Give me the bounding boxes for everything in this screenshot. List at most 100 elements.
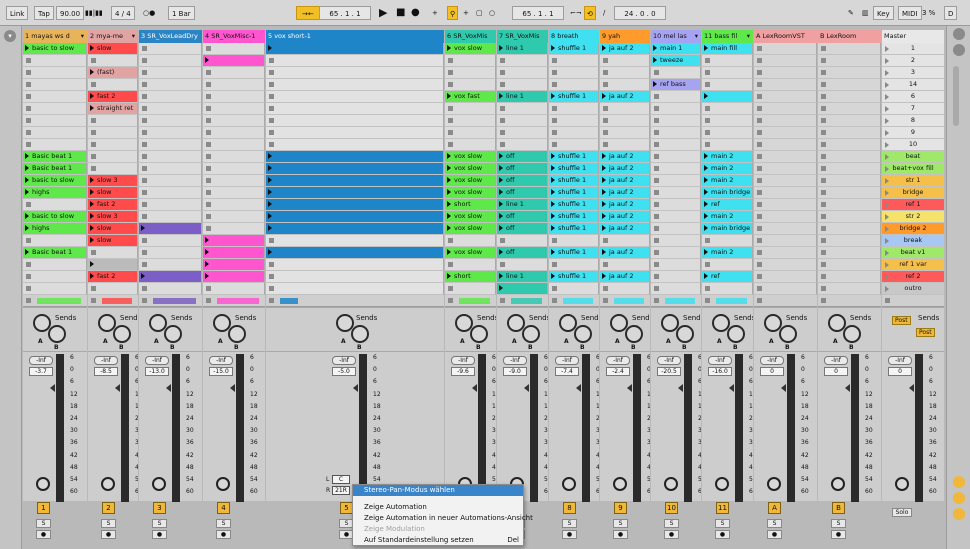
clip-slot[interactable]: basic to slow — [23, 175, 87, 187]
track-title[interactable]: 2 mya-me ▾ — [88, 30, 138, 43]
clip[interactable] — [203, 55, 264, 66]
scene-launch[interactable]: 10 — [882, 139, 944, 151]
clip-slot[interactable] — [266, 127, 444, 139]
clip-slot[interactable] — [651, 223, 701, 235]
clip[interactable]: slow — [88, 223, 137, 234]
clip-stop-icon[interactable] — [654, 226, 659, 231]
clip-play-icon[interactable] — [268, 189, 272, 195]
clip-slot[interactable] — [600, 67, 650, 79]
scene-play-icon[interactable] — [885, 202, 889, 208]
tempo-field[interactable]: 90.00 — [56, 6, 85, 20]
clip-stop-icon[interactable] — [269, 118, 274, 123]
clip-play-icon[interactable] — [551, 189, 555, 195]
clip-stop-icon[interactable] — [142, 70, 147, 75]
clip-slot[interactable]: main bridge — [702, 223, 753, 235]
clip-slot[interactable] — [88, 247, 138, 259]
clip-stop-icon[interactable] — [26, 286, 31, 291]
clip-stop-icon[interactable] — [821, 190, 826, 195]
clip[interactable] — [203, 247, 264, 258]
clip-slot[interactable]: line 1 — [497, 271, 548, 283]
clip-slot[interactable]: vox slow — [445, 175, 496, 187]
arm-button[interactable]: ● — [101, 530, 116, 539]
clip-play-icon[interactable] — [141, 225, 145, 231]
clip-slot[interactable] — [651, 91, 701, 103]
clip-stop-icon[interactable] — [500, 106, 505, 111]
clip-slot[interactable] — [88, 151, 138, 163]
clip-stop-icon[interactable] — [603, 130, 608, 135]
track-title[interactable]: 11 bass fil ▾ — [702, 30, 753, 43]
clip-slot[interactable] — [139, 127, 202, 139]
clip-stop-icon[interactable] — [500, 142, 505, 147]
clip-stop-icon[interactable] — [26, 82, 31, 87]
clip-slot[interactable] — [88, 283, 138, 295]
clip-slot[interactable] — [497, 259, 548, 271]
clip-slot[interactable] — [600, 139, 650, 151]
clip-stop-icon[interactable] — [821, 166, 826, 171]
clip-slot[interactable] — [702, 139, 753, 151]
scene-play-icon[interactable] — [885, 142, 889, 148]
clip-play-icon[interactable] — [447, 177, 451, 183]
arm-button[interactable]: ● — [562, 530, 577, 539]
clip-play-icon[interactable] — [499, 153, 503, 159]
stop-all-icon[interactable] — [500, 298, 505, 303]
volume-field[interactable]: -9.6 — [451, 367, 475, 376]
arrangement-position-field[interactable]: 65 . 1 . 1 — [319, 6, 371, 20]
clip-slot[interactable] — [203, 175, 265, 187]
clip-slot[interactable]: main 2 — [702, 163, 753, 175]
clip-stop-icon[interactable] — [142, 250, 147, 255]
clip-stop-icon[interactable] — [821, 58, 826, 63]
clip[interactable]: main 2 — [702, 175, 752, 186]
clip-play-icon[interactable] — [268, 201, 272, 207]
clip-slot[interactable]: ja auf 2 — [600, 43, 650, 55]
clip-slot[interactable] — [445, 79, 496, 91]
clip[interactable] — [88, 259, 137, 270]
clip-slot[interactable] — [549, 235, 599, 247]
clip-slot[interactable] — [266, 43, 444, 55]
clip-slot[interactable] — [203, 199, 265, 211]
arm-button[interactable]: ● — [767, 530, 782, 539]
volume-fader-handle[interactable] — [524, 384, 529, 392]
clip-stop-icon[interactable] — [654, 118, 659, 123]
clip-stop-icon[interactable] — [654, 142, 659, 147]
clip[interactable]: off — [497, 151, 547, 162]
clip-play-icon[interactable] — [90, 177, 94, 183]
clip-slot[interactable] — [139, 175, 202, 187]
scene-launch[interactable]: beat v1 — [882, 247, 944, 259]
clip-stop-icon[interactable] — [91, 250, 96, 255]
clip-stop-icon[interactable] — [269, 238, 274, 243]
clip-slot[interactable] — [497, 283, 548, 295]
clip-slot[interactable] — [266, 139, 444, 151]
clip[interactable]: fast 2 — [88, 199, 137, 210]
solo-button[interactable]: S — [767, 519, 782, 528]
clip-stop-icon[interactable] — [757, 166, 762, 171]
clip-stop-icon[interactable] — [448, 118, 453, 123]
clip-stop-icon[interactable] — [206, 190, 211, 195]
crossfader-toggle-icon[interactable] — [953, 508, 965, 520]
clip-slot[interactable] — [88, 79, 138, 91]
clip-stop-icon[interactable] — [142, 154, 147, 159]
send-b-knob[interactable] — [164, 325, 182, 343]
send-b-knob[interactable] — [113, 325, 131, 343]
clip-play-icon[interactable] — [447, 273, 451, 279]
clip-slot[interactable]: shuffle 1 — [549, 199, 599, 211]
clip-play-icon[interactable] — [25, 225, 29, 231]
clip[interactable]: shuffle 1 — [549, 175, 598, 186]
clip[interactable]: line 1 — [497, 43, 547, 54]
clip-slot[interactable]: main 1 — [651, 43, 701, 55]
clip-stop-icon[interactable] — [821, 118, 826, 123]
clip-slot[interactable] — [549, 115, 599, 127]
clip[interactable]: vox slow — [445, 187, 495, 198]
clip[interactable]: Basic beat 1 — [23, 151, 86, 162]
scene-launch[interactable]: beat+vox fill — [882, 163, 944, 175]
clip-stop-icon[interactable] — [269, 82, 274, 87]
clip-slot[interactable] — [818, 223, 881, 235]
clip-play-icon[interactable] — [447, 201, 451, 207]
track-activator-button[interactable]: 8 — [563, 502, 576, 514]
clip-play-icon[interactable] — [25, 189, 29, 195]
clip-slot[interactable] — [266, 259, 444, 271]
clip[interactable]: slow — [88, 43, 137, 54]
fold-icon[interactable]: ▾ — [81, 30, 84, 43]
clip-slot[interactable] — [203, 43, 265, 55]
clip-slot[interactable]: slow — [88, 223, 138, 235]
clip[interactable]: main bridge — [702, 187, 752, 198]
